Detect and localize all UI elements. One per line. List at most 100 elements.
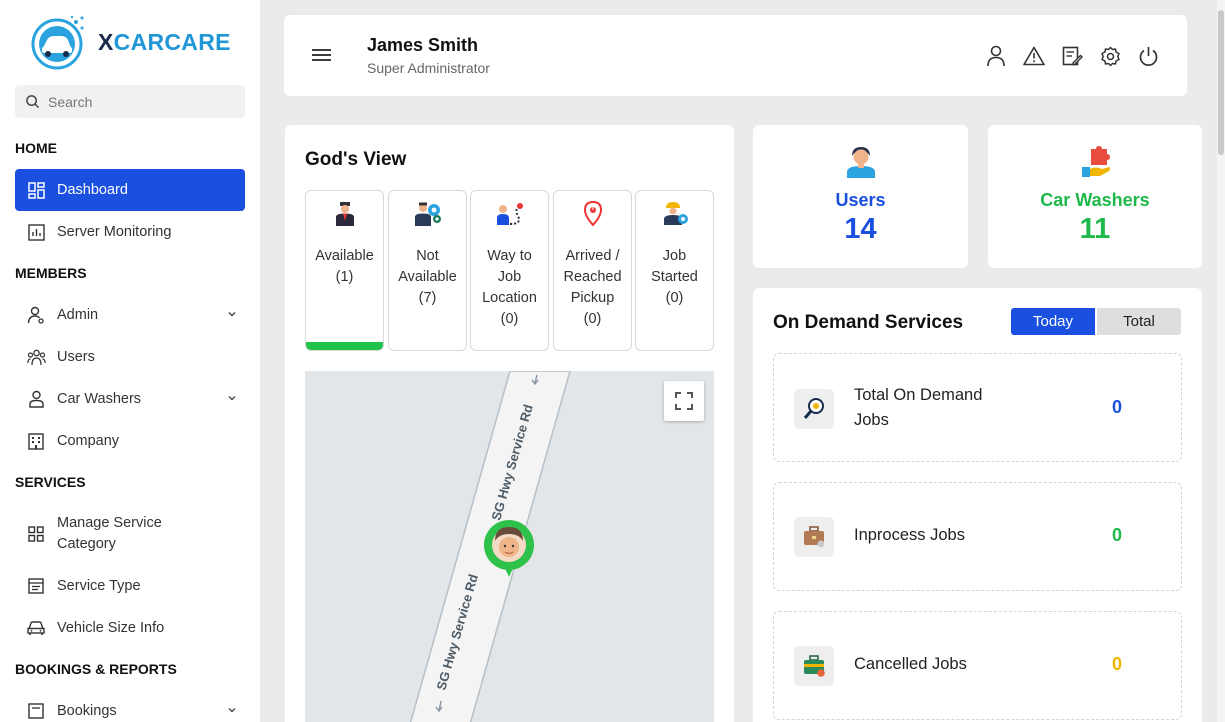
car-washers-stat-label: Car Washers [1040, 190, 1150, 210]
sidebar-item-users[interactable]: Users [15, 336, 245, 378]
bookings-icon [26, 701, 46, 721]
sidebar-item-manage-service-category[interactable]: Manage Service Category [15, 508, 245, 560]
job-label: Total On Demand Jobs [854, 383, 1034, 433]
list-box-icon [26, 576, 46, 596]
top-header: James Smith Super Administrator [284, 15, 1187, 96]
tile-line: Location [482, 290, 537, 306]
alert-icon[interactable] [1023, 45, 1045, 67]
tile-line: Job [497, 269, 522, 285]
sidebar-item-car-washers[interactable]: Car Washers [15, 378, 245, 420]
power-logout-icon[interactable] [1137, 45, 1159, 67]
tab-total[interactable]: Total [1097, 308, 1181, 335]
tile-line: Reached [563, 269, 622, 285]
live-map[interactable]: SG Hwy Service Rd SG Hwy Service Rd [305, 371, 714, 722]
total-on-demand-jobs-box[interactable]: Total On Demand Jobs 0 [773, 353, 1182, 462]
status-tile-label: Not Available (7) [391, 246, 464, 309]
sidebar-item-admin[interactable]: Admin [15, 294, 245, 336]
status-tile-label: Arrived / Reached Pickup (0) [556, 246, 629, 330]
sidebar-item-label: Server Monitoring [57, 224, 172, 240]
hand-puzzle-icon [988, 145, 1202, 179]
sidebar-item-label: Car Washers [57, 391, 142, 407]
route-icon [471, 201, 548, 229]
sidebar-item-dashboard[interactable]: Dashboard [15, 169, 245, 211]
briefcase-icon [794, 517, 834, 557]
fullscreen-icon [675, 392, 693, 410]
sidebar-item-server-monitoring[interactable]: Server Monitoring [15, 211, 245, 253]
users-stat-value: 14 [844, 213, 877, 245]
chevron-down-icon [228, 312, 236, 317]
sidebar-item-label: Vehicle Size Info [57, 620, 165, 636]
tile-line: Job [662, 248, 687, 264]
sidebar-item-label: Company [57, 433, 120, 449]
inprocess-jobs-box[interactable]: Inprocess Jobs 0 [773, 482, 1182, 591]
car-icon [26, 618, 46, 638]
job-label-line: Jobs [854, 411, 889, 429]
brand-logo[interactable]: XCARCARE [30, 14, 231, 70]
tile-line: (7) [418, 290, 437, 306]
tile-line: (1) [335, 269, 354, 285]
car-washers-stat-card[interactable]: Car Washers 11 [988, 125, 1202, 268]
status-tile-label: Available (1) [308, 246, 381, 288]
sidebar-item-vehicle-size-info[interactable]: Vehicle Size Info [15, 607, 245, 649]
user-avatar-icon [753, 145, 968, 179]
brand-name: XCARCARE [98, 29, 231, 56]
period-toggle: Today Total [1011, 308, 1181, 335]
tab-today[interactable]: Today [1011, 308, 1095, 335]
section-home: HOME [15, 140, 57, 156]
tile-line: (0) [665, 290, 684, 306]
worker-gear-icon [389, 201, 466, 229]
location-pin-icon [554, 201, 631, 229]
sidebar-item-bookings[interactable]: Bookings [15, 690, 245, 722]
tile-line: Pickup [570, 290, 615, 306]
edit-notes-icon[interactable] [1061, 45, 1083, 67]
user-name: James Smith [367, 35, 479, 55]
status-tile-label: Job Started (0) [638, 246, 711, 309]
sidebar-item-label: Dashboard [57, 182, 128, 198]
page-scrollbar[interactable] [1217, 0, 1225, 722]
scrollbar-thumb[interactable] [1218, 10, 1224, 155]
job-label: Cancelled Jobs [854, 655, 967, 673]
on-demand-title: On Demand Services [773, 312, 964, 333]
users-stat-card[interactable]: Users 14 [753, 125, 968, 268]
header-actions [985, 45, 1159, 67]
driver-icon [306, 201, 383, 229]
section-bookings-reports: BOOKINGS & REPORTS [15, 661, 177, 677]
cancelled-jobs-box[interactable]: Cancelled Jobs 0 [773, 611, 1182, 720]
on-demand-services-card: On Demand Services Today Total Total On … [753, 288, 1202, 722]
status-tile-arrived[interactable]: Arrived / Reached Pickup (0) [553, 190, 632, 351]
status-tile-way-to-job[interactable]: Way to Job Location (0) [470, 190, 549, 351]
status-tile-not-available[interactable]: Not Available (7) [388, 190, 467, 351]
map-canvas: SG Hwy Service Rd SG Hwy Service Rd [409, 371, 571, 722]
chevron-down-icon [228, 708, 236, 713]
search-magnifier-icon [794, 389, 834, 429]
job-label-line: Total On Demand [854, 386, 983, 404]
sidebar-item-label: Admin [57, 307, 99, 323]
hamburger-menu-icon[interactable] [312, 48, 331, 62]
car-washers-stat-value: 11 [1079, 213, 1111, 245]
job-count: 0 [1112, 397, 1123, 417]
section-services: SERVICES [15, 474, 86, 490]
job-count: 0 [1112, 654, 1123, 674]
user-role: Super Administrator [367, 60, 490, 76]
job-label: Inprocess Jobs [854, 526, 965, 544]
cancelled-briefcase-icon [794, 646, 834, 686]
tile-line: Arrived / [565, 248, 620, 264]
tile-line: Way to [487, 248, 532, 264]
car-washer-user-icon [26, 389, 46, 409]
tile-line: Available [315, 248, 374, 264]
fullscreen-button[interactable] [664, 381, 704, 421]
status-tile-job-started[interactable]: Job Started (0) [635, 190, 714, 351]
users-stat-label: Users [835, 190, 886, 210]
gods-view-card: God's View Available (1) Not Available (7) … [285, 125, 734, 722]
sidebar-item-company[interactable]: Company [15, 420, 245, 462]
tile-line: Available [398, 269, 457, 285]
search-input[interactable] [48, 93, 238, 110]
dashboard-icon [26, 180, 46, 200]
brand-name-rest: CARCARE [113, 28, 231, 55]
profile-icon[interactable] [985, 45, 1007, 67]
settings-gear-icon[interactable] [1099, 45, 1121, 67]
active-indicator-bar [306, 342, 383, 350]
sidebar-item-service-type[interactable]: Service Type [15, 565, 245, 607]
admin-user-icon [26, 305, 46, 325]
status-tile-available[interactable]: Available (1) [305, 190, 384, 351]
